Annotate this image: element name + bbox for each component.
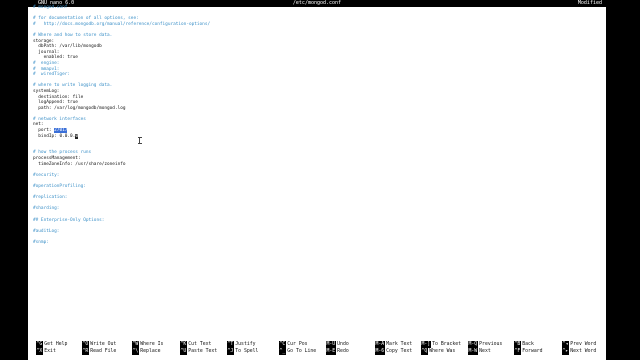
shortcut-key: ^T (227, 341, 234, 348)
config-lines-top: # mongod.conf # for documentation of all … (33, 5, 593, 128)
shortcut-label: Copy Text (386, 349, 413, 354)
shortcut-label: Paste Text (188, 349, 218, 354)
shortcut-item[interactable]: ^Q Where Was (421, 348, 455, 355)
shortcut-item[interactable]: ^T Justify (227, 341, 256, 348)
shortcut-key: ^B (514, 341, 521, 348)
config-lines-bottom: # how the process runs processManagement:… (33, 139, 593, 245)
shortcut-key: ^\ (132, 348, 139, 355)
shortcut-label: Get Help (44, 342, 68, 347)
shortcut-label: Read File (90, 349, 117, 354)
shortcut-label: Where Was (429, 349, 456, 354)
shortcut-item[interactable]: ^F Forward (514, 348, 543, 355)
shortcut-label: Back (522, 342, 534, 347)
shortcut-label: Justify (235, 342, 256, 347)
shortcut-item[interactable]: ^C Cur Pos (279, 341, 308, 348)
shortcut-key: M-Q (468, 341, 478, 348)
shortcut-key: M-E (326, 348, 336, 355)
shortcut-key: ^O (82, 341, 89, 348)
shortcut-item[interactable]: ^X Exit (36, 348, 56, 355)
shortcut-key: M-W (468, 348, 478, 355)
bindip-key: bindIp: (33, 133, 60, 139)
text-cursor: 0 (75, 133, 78, 139)
shortcut-key: ^R (82, 348, 89, 355)
shortcut-key: ^▸ (562, 348, 569, 355)
shortcut-label: To Spell (235, 349, 259, 354)
shortcut-item[interactable]: ^U Paste Text (180, 348, 217, 355)
shortcut-item[interactable]: ^G Get Help (36, 341, 67, 348)
shortcut-label: Undo (337, 342, 349, 347)
config-line[interactable]: #snmp: (33, 240, 593, 246)
selected-port-value[interactable]: 27017 (54, 128, 68, 134)
shortcut-label: Write Out (90, 342, 117, 347)
mouse-ibeam-icon (137, 137, 142, 144)
shortcut-label: Replace (140, 349, 161, 354)
shortcut-item[interactable]: M-] To Bracket (421, 341, 461, 348)
shortcut-label: To Bracket (432, 342, 462, 347)
shortcut-label: Cut Text (188, 342, 212, 347)
shortcut-label: Redo (337, 349, 349, 354)
shortcut-item[interactable]: ^R Read File (82, 348, 116, 355)
shortcut-key: ^X (36, 348, 43, 355)
shortcut-key: ^◂ (562, 341, 569, 348)
shortcut-item[interactable]: ^_ Go To Line (279, 348, 316, 355)
shortcut-item[interactable]: ^\ Replace (132, 348, 161, 355)
shortcut-label: Exit (44, 349, 56, 354)
shortcut-item[interactable]: ^O Write Out (82, 341, 116, 348)
shortcut-label: Forward (522, 349, 543, 354)
shortcut-item[interactable]: M-A Mark Text (375, 341, 412, 348)
shortcut-key: ^Q (421, 348, 428, 355)
shortcut-item[interactable]: M-W Next (468, 348, 491, 355)
shortcut-key: ^_ (279, 348, 286, 355)
shortcut-label: Cur Pos (287, 342, 308, 347)
shortcut-label: Next (479, 349, 491, 354)
shortcut-item[interactable]: M-E Redo (326, 348, 349, 355)
shortcut-item[interactable]: ^▸ Next Word (562, 348, 596, 355)
shortcut-key: ^U (180, 348, 187, 355)
shortcut-label: Where Is (140, 342, 164, 347)
shortcut-item[interactable]: ^K Cut Text (180, 341, 211, 348)
shortcut-bar: ^G Get Help ^O Write Out ^W Where Is ^K Cut Tex… (28, 341, 606, 355)
shortcut-key: M-] (421, 341, 431, 348)
shortcut-label: Next Word (570, 349, 597, 354)
shortcut-key: ^C (279, 341, 286, 348)
shortcut-key: ^K (180, 341, 187, 348)
bindip-value[interactable]: 0.0.0. (59, 134, 75, 139)
port-key: port: (33, 128, 55, 134)
shortcut-key: ^W (132, 341, 139, 348)
shortcut-key: M-6 (375, 348, 385, 355)
editor-buffer[interactable]: # mongod.conf # for documentation of all … (33, 5, 593, 246)
shortcut-key: ^G (36, 341, 43, 348)
shortcut-key: ^F (514, 348, 521, 355)
shortcut-item[interactable]: ^◂ Prev Word (562, 341, 596, 348)
shortcut-key: M-A (375, 341, 385, 348)
shortcut-label: Previous (479, 342, 503, 347)
shortcut-label: Go To Line (287, 349, 317, 354)
shortcut-label: Mark Text (386, 342, 413, 347)
shortcut-key: ^J (227, 348, 234, 355)
shortcut-item[interactable]: ^B Back (514, 341, 534, 348)
shortcut-item[interactable]: M-6 Copy Text (375, 348, 412, 355)
shortcut-item[interactable]: ^W Where Is (132, 341, 163, 348)
shortcut-label: Prev Word (570, 342, 597, 347)
shortcut-key: M-U (326, 341, 336, 348)
terminal-screen: GNU nano 6.0 /etc/mongod.conf Modified #… (28, 0, 606, 360)
shortcut-item[interactable]: M-U Undo (326, 341, 349, 348)
shortcut-item[interactable]: M-Q Previous (468, 341, 502, 348)
shortcut-item[interactable]: ^J To Spell (227, 348, 258, 355)
